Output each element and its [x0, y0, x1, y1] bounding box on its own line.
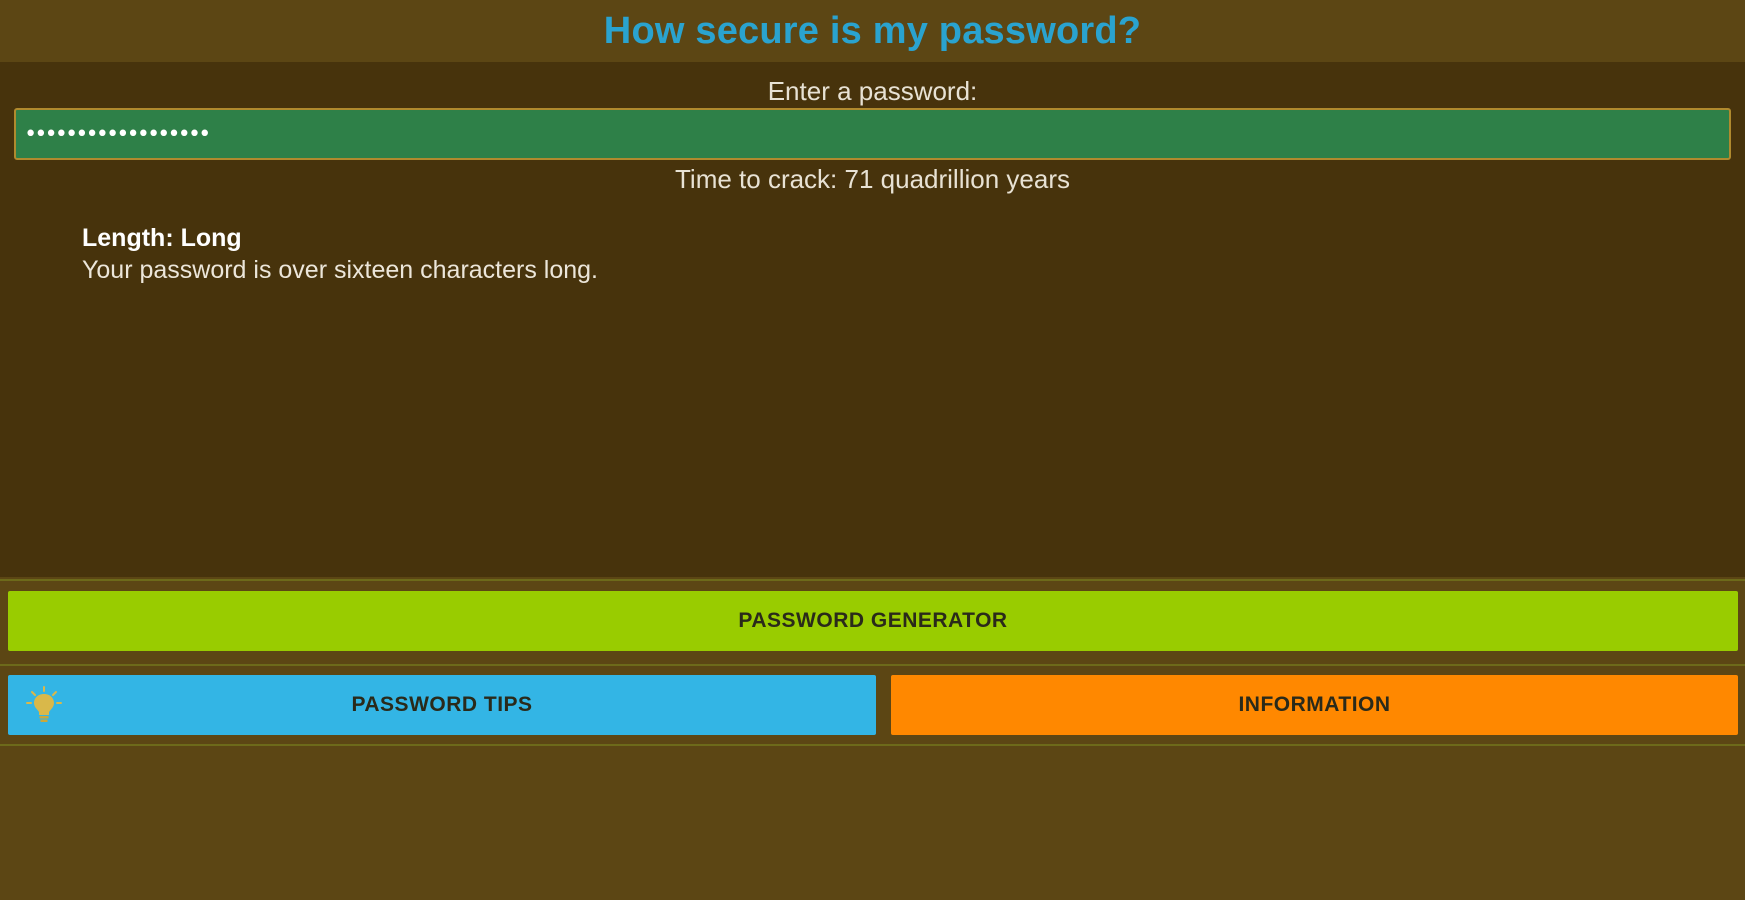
password-input[interactable] — [14, 108, 1731, 160]
divider — [0, 744, 1745, 746]
header-bar: How secure is my password? — [0, 0, 1745, 62]
password-generator-label: PASSWORD GENERATOR — [738, 609, 1008, 632]
information-button[interactable]: INFORMATION — [891, 675, 1738, 735]
strength-feedback: Length: Long Your password is over sixte… — [82, 222, 598, 286]
divider — [0, 579, 1745, 581]
password-generator-button[interactable]: PASSWORD GENERATOR — [8, 591, 1738, 651]
divider — [0, 664, 1745, 666]
time-to-crack-text: Time to crack: 71 quadrillion years — [675, 164, 1070, 194]
information-label: INFORMATION — [1238, 693, 1391, 716]
password-checker-panel: Enter a password: Time to crack: 71 quad… — [0, 62, 1745, 577]
password-prompt-label: Enter a password: — [767, 76, 978, 106]
feedback-description: Your password is over sixteen characters… — [82, 256, 599, 284]
lightbulb-icon — [26, 686, 62, 722]
page-title: How secure is my password? — [603, 9, 1142, 52]
password-tips-button[interactable]: PASSWORD TIPS — [8, 675, 876, 735]
feedback-heading: Length: Long — [82, 224, 242, 252]
password-tips-label: PASSWORD TIPS — [351, 693, 533, 716]
